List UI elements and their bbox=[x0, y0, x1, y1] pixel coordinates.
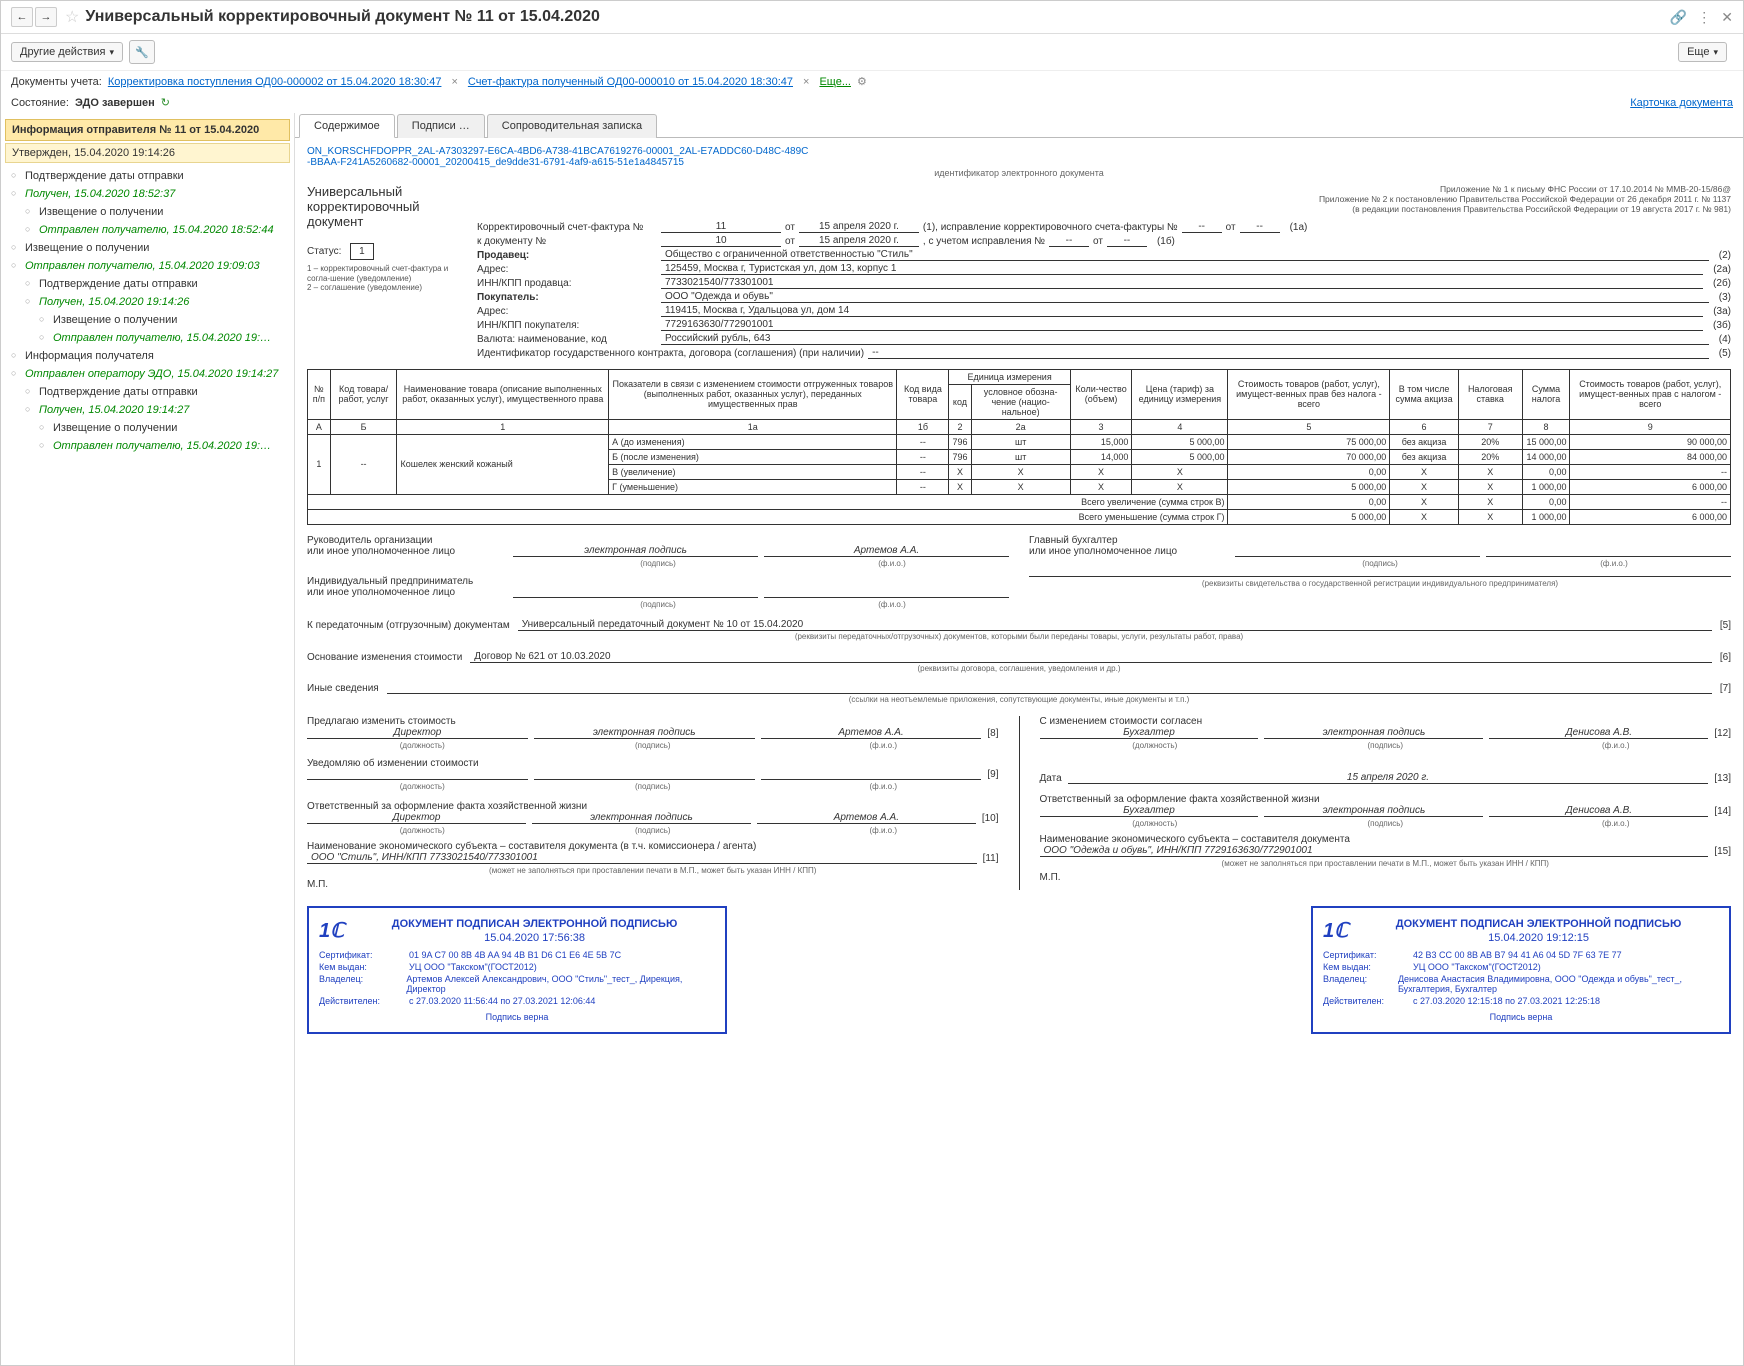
document-viewer: ON_KORSCHFDOPPR_2AL-A7303297-E6CA-4BD6-A… bbox=[295, 138, 1743, 1365]
logo-icon: 1ℂ bbox=[1323, 918, 1348, 943]
doc-link-2[interactable]: Счет-фактура полученный ОД00-000010 от 1… bbox=[468, 76, 793, 88]
state-value: ЭДО завершен bbox=[75, 97, 155, 109]
favorite-icon[interactable]: ☆ bbox=[65, 7, 79, 27]
tree-item[interactable]: Извещение о получении bbox=[1, 203, 294, 221]
close-icon[interactable]: ✕ bbox=[1721, 9, 1733, 26]
tree-item[interactable]: Получен, 15.04.2020 19:14:27 bbox=[1, 401, 294, 419]
tree-item[interactable]: Подтверждение даты отправки bbox=[1, 383, 294, 401]
tree-item[interactable]: Отправлен оператору ЭДО, 15.04.2020 19:1… bbox=[1, 365, 294, 383]
doc-identifier: ON_KORSCHFDOPPR_2AL-A7303297-E6CA-4BD6-A… bbox=[307, 146, 1731, 168]
signature-stamp-left: 1ℂДОКУМЕНТ ПОДПИСАН ЭЛЕКТРОННОЙ ПОДПИСЬЮ… bbox=[307, 906, 727, 1034]
tree-item[interactable]: Подтверждение даты отправки bbox=[1, 275, 294, 293]
signature-stamp-right: 1ℂДОКУМЕНТ ПОДПИСАН ЭЛЕКТРОННОЙ ПОДПИСЬЮ… bbox=[1311, 906, 1731, 1034]
tree-item[interactable]: Отправлен получателю, 15.04.2020 19:09:0… bbox=[1, 257, 294, 275]
tree-item[interactable]: Извещение о получении bbox=[1, 239, 294, 257]
state-label: Состояние: bbox=[11, 97, 69, 109]
doc-link-1[interactable]: Корректировка поступления ОД00-000002 от… bbox=[108, 76, 442, 88]
gear-icon[interactable]: ⚙ bbox=[857, 75, 867, 88]
tree-item[interactable]: Получен, 15.04.2020 19:14:26 bbox=[1, 293, 294, 311]
tree-item[interactable]: Информация получателя bbox=[1, 347, 294, 365]
window-title: Универсальный корректировочный документ … bbox=[85, 8, 1669, 26]
tree-item[interactable]: Подтверждение даты отправки bbox=[1, 167, 294, 185]
refresh-icon[interactable]: ↻ bbox=[161, 96, 170, 109]
sidebar-header[interactable]: Информация отправителя № 11 от 15.04.202… bbox=[5, 119, 290, 141]
sidebar-status: Утвержден, 15.04.2020 19:14:26 bbox=[5, 143, 290, 163]
structure-icon-button[interactable]: 🔧 bbox=[129, 40, 155, 64]
docs-more-link[interactable]: Еще... bbox=[819, 76, 851, 88]
doc-remove-1[interactable]: × bbox=[451, 76, 457, 88]
tab-content[interactable]: Содержимое bbox=[299, 114, 395, 138]
status-box: 1 bbox=[350, 243, 374, 260]
tab-cover-note[interactable]: Сопроводительная записка bbox=[487, 114, 657, 138]
more-button[interactable]: Еще bbox=[1678, 42, 1727, 62]
tree-item[interactable]: Отправлен получателю, 15.04.2020 19:… bbox=[1, 329, 294, 347]
card-link[interactable]: Карточка документа bbox=[1630, 97, 1733, 109]
docs-label: Документы учета: bbox=[11, 76, 102, 88]
tree-item[interactable]: Получен, 15.04.2020 18:52:37 bbox=[1, 185, 294, 203]
tree-item[interactable]: Извещение о получении bbox=[1, 419, 294, 437]
tree-item[interactable]: Отправлен получателю, 15.04.2020 19:… bbox=[1, 437, 294, 455]
kebab-icon[interactable]: ⋮ bbox=[1697, 9, 1711, 26]
nav-forward-button[interactable]: → bbox=[35, 7, 57, 27]
tab-signatures[interactable]: Подписи … bbox=[397, 114, 485, 138]
doc-remove-2[interactable]: × bbox=[803, 76, 809, 88]
other-actions-button[interactable]: Другие действия bbox=[11, 42, 123, 62]
tree-item[interactable]: Отправлен получателю, 15.04.2020 18:52:4… bbox=[1, 221, 294, 239]
items-table: № п/пКод товара/ работ, услугНаименовани… bbox=[307, 369, 1731, 525]
tree-item[interactable]: Извещение о получении bbox=[1, 311, 294, 329]
link-icon[interactable]: 🔗 bbox=[1670, 9, 1687, 26]
sidebar: Информация отправителя № 11 от 15.04.202… bbox=[1, 113, 295, 1365]
logo-icon: 1ℂ bbox=[319, 918, 344, 943]
nav-back-button[interactable]: ← bbox=[11, 7, 33, 27]
